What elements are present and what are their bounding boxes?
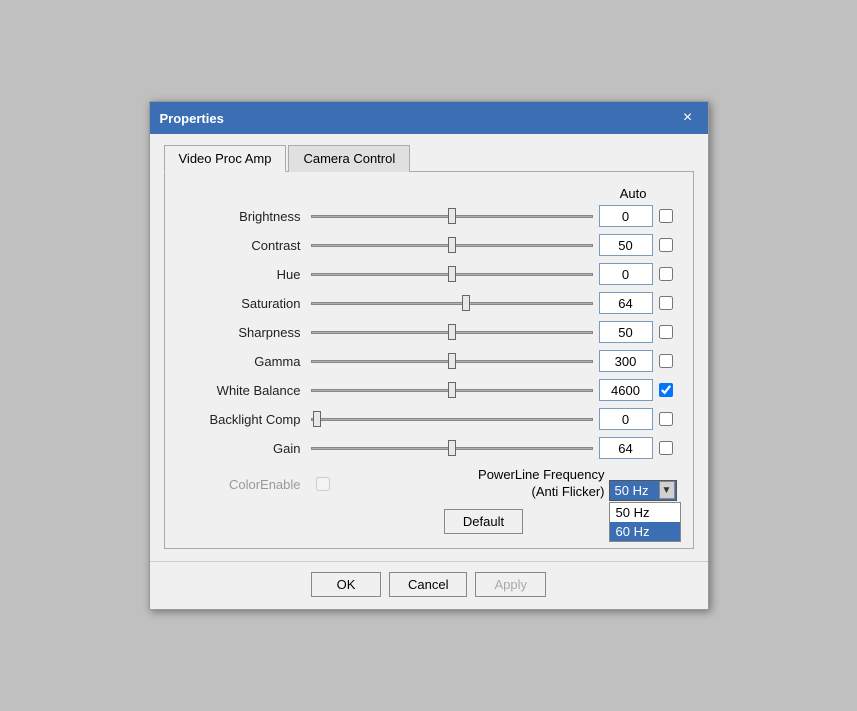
slider-track-8[interactable] — [311, 447, 593, 450]
slider-track-2[interactable] — [311, 273, 593, 276]
slider-container-7 — [311, 409, 593, 429]
tab-content: Auto Brightness Contrast Hue Saturation Shar… — [164, 172, 694, 549]
property-value-input-5[interactable] — [599, 350, 653, 372]
powerline-section: PowerLine Frequency (Anti Flicker) 50 Hz… — [478, 467, 676, 501]
property-row-sharpness: Sharpness — [181, 321, 677, 343]
slider-track-3[interactable] — [311, 302, 593, 305]
slider-container-2 — [311, 264, 593, 284]
dialog-body: Video Proc Amp Camera Control Auto Brigh… — [150, 134, 708, 561]
auto-checkbox-8[interactable] — [659, 441, 673, 455]
property-value-input-8[interactable] — [599, 437, 653, 459]
property-label-1: Contrast — [181, 238, 311, 253]
property-value-input-6[interactable] — [599, 379, 653, 401]
property-row-backlight-comp: Backlight Comp — [181, 408, 677, 430]
tab-camera-control[interactable]: Camera Control — [288, 145, 410, 172]
property-label-5: Gamma — [181, 354, 311, 369]
slider-container-1 — [311, 235, 593, 255]
property-row-white-balance: White Balance — [181, 379, 677, 401]
tab-video-proc-amp[interactable]: Video Proc Amp — [164, 145, 287, 172]
cancel-button[interactable]: Cancel — [389, 572, 467, 597]
property-value-input-3[interactable] — [599, 292, 653, 314]
slider-thumb-2[interactable] — [448, 266, 456, 282]
auto-column-header: Auto — [181, 186, 677, 201]
powerline-label: PowerLine Frequency (Anti Flicker) — [478, 467, 604, 501]
slider-thumb-8[interactable] — [448, 440, 456, 456]
property-label-4: Sharpness — [181, 325, 311, 340]
auto-checkbox-1[interactable] — [659, 238, 673, 252]
property-label-8: Gain — [181, 441, 311, 456]
auto-checkbox-5[interactable] — [659, 354, 673, 368]
slider-thumb-3[interactable] — [462, 295, 470, 311]
slider-thumb-1[interactable] — [448, 237, 456, 253]
slider-thumb-5[interactable] — [448, 353, 456, 369]
property-label-7: Backlight Comp — [181, 412, 311, 427]
slider-thumb-0[interactable] — [448, 208, 456, 224]
slider-track-1[interactable] — [311, 244, 593, 247]
auto-checkbox-7[interactable] — [659, 412, 673, 426]
powerline-dropdown-menu: 50 Hz 60 Hz — [609, 502, 681, 542]
property-label-0: Brightness — [181, 209, 311, 224]
slider-thumb-4[interactable] — [448, 324, 456, 340]
property-row-brightness: Brightness — [181, 205, 677, 227]
tab-bar: Video Proc Amp Camera Control — [164, 144, 694, 172]
powerline-option-50hz[interactable]: 50 Hz — [610, 503, 680, 522]
powerline-option-60hz[interactable]: 60 Hz — [610, 522, 680, 541]
apply-button[interactable]: Apply — [475, 572, 546, 597]
slider-container-6 — [311, 380, 593, 400]
slider-thumb-6[interactable] — [448, 382, 456, 398]
powerline-selected-value[interactable]: 50 Hz — [609, 480, 677, 501]
properties-list: Brightness Contrast Hue Saturation Sharpness… — [181, 205, 677, 459]
property-value-input-4[interactable] — [599, 321, 653, 343]
color-enable-label: ColorEnable — [181, 477, 311, 492]
property-label-3: Saturation — [181, 296, 311, 311]
auto-checkbox-0[interactable] — [659, 209, 673, 223]
powerline-dropdown-container: 50 Hz ▼ 50 Hz 60 Hz — [609, 480, 677, 501]
property-label-6: White Balance — [181, 383, 311, 398]
property-value-input-0[interactable] — [599, 205, 653, 227]
slider-thumb-7[interactable] — [313, 411, 321, 427]
property-value-input-2[interactable] — [599, 263, 653, 285]
title-bar: Properties × — [150, 102, 708, 134]
dialog-footer: OK Cancel Apply — [150, 561, 708, 609]
auto-checkbox-3[interactable] — [659, 296, 673, 310]
color-enable-section: ColorEnable — [181, 477, 334, 492]
slider-track-6[interactable] — [311, 389, 593, 392]
slider-container-4 — [311, 322, 593, 342]
slider-container-8 — [311, 438, 593, 458]
slider-container-0 — [311, 206, 593, 226]
color-enable-checkbox[interactable] — [316, 477, 330, 491]
auto-checkbox-6[interactable] — [659, 383, 673, 397]
close-button[interactable]: × — [678, 108, 698, 128]
property-label-2: Hue — [181, 267, 311, 282]
default-button[interactable]: Default — [444, 509, 523, 534]
ok-button[interactable]: OK — [311, 572, 381, 597]
slider-container-5 — [311, 351, 593, 371]
slider-track-7[interactable] — [311, 418, 593, 421]
bottom-controls-row: ColorEnable PowerLine Frequency (Anti Fl… — [181, 467, 677, 501]
property-row-gamma: Gamma — [181, 350, 677, 372]
slider-track-4[interactable] — [311, 331, 593, 334]
slider-track-5[interactable] — [311, 360, 593, 363]
dialog-title: Properties — [160, 111, 224, 126]
property-row-saturation: Saturation — [181, 292, 677, 314]
property-row-contrast: Contrast — [181, 234, 677, 256]
slider-track-0[interactable] — [311, 215, 593, 218]
property-value-input-7[interactable] — [599, 408, 653, 430]
property-value-input-1[interactable] — [599, 234, 653, 256]
auto-checkbox-4[interactable] — [659, 325, 673, 339]
slider-container-3 — [311, 293, 593, 313]
auto-checkbox-2[interactable] — [659, 267, 673, 281]
property-row-hue: Hue — [181, 263, 677, 285]
property-row-gain: Gain — [181, 437, 677, 459]
properties-dialog: Properties × Video Proc Amp Camera Contr… — [149, 101, 709, 610]
